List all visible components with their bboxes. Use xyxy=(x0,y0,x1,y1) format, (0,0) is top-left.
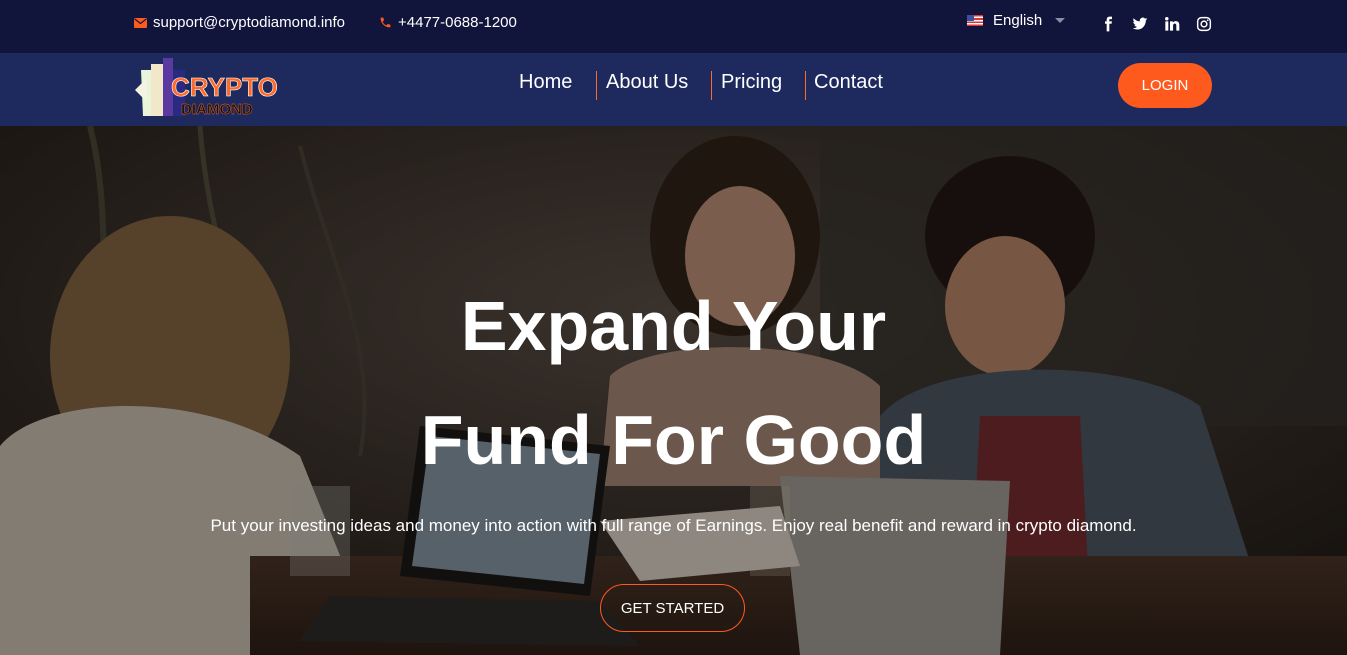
phone-text: +4477-0688-1200 xyxy=(398,14,517,31)
nav-contact[interactable]: Contact xyxy=(814,71,883,94)
hero-subtitle: Put your investing ideas and money into … xyxy=(210,516,1137,535)
crypto-diamond-logo[interactable]: CRYPTO DIAMOND xyxy=(133,56,293,118)
hero-title-line2: Fund For Good xyxy=(420,401,927,479)
hero-overlay xyxy=(0,126,1347,655)
get-started-button[interactable]: GET STARTED xyxy=(600,584,745,632)
nav-about-us[interactable]: About Us xyxy=(606,71,688,94)
facebook-link[interactable] xyxy=(1100,16,1116,32)
twitter-link[interactable] xyxy=(1132,16,1148,32)
phone-icon xyxy=(380,17,391,28)
phone-contact[interactable]: +4477-0688-1200 xyxy=(379,14,517,31)
nav-pricing[interactable]: Pricing xyxy=(721,71,782,94)
chevron-down-icon xyxy=(1055,18,1066,23)
svg-text:CRYPTO: CRYPTO xyxy=(171,72,278,102)
linkedin-link[interactable] xyxy=(1164,16,1180,32)
facebook-icon xyxy=(1105,16,1112,32)
twitter-icon xyxy=(1132,17,1148,30)
language-label: English xyxy=(993,12,1043,29)
email-text: support@cryptodiamond.info xyxy=(153,14,345,31)
login-button[interactable]: LOGIN xyxy=(1118,63,1212,108)
nav-separator xyxy=(805,71,806,100)
main-navbar: CRYPTO DIAMOND Home About Us Pricing Con… xyxy=(0,53,1347,126)
nav-separator xyxy=(711,71,712,100)
instagram-icon xyxy=(1196,16,1212,32)
nav-separator xyxy=(596,71,597,100)
hero-section: Expand Your Fund For Good Put your inves… xyxy=(0,126,1347,655)
nav-home[interactable]: Home xyxy=(519,71,572,94)
top-bar: support@cryptodiamond.info +4477-0688-12… xyxy=(0,0,1347,53)
svg-text:DIAMOND: DIAMOND xyxy=(181,101,253,118)
language-selector[interactable]: English xyxy=(967,12,1066,29)
linkedin-icon xyxy=(1165,17,1180,31)
instagram-link[interactable] xyxy=(1196,16,1212,32)
hero-title-line1: Expand Your xyxy=(460,287,887,365)
us-flag-icon xyxy=(967,15,983,26)
email-contact[interactable]: support@cryptodiamond.info xyxy=(134,14,345,31)
envelope-icon xyxy=(134,17,147,28)
